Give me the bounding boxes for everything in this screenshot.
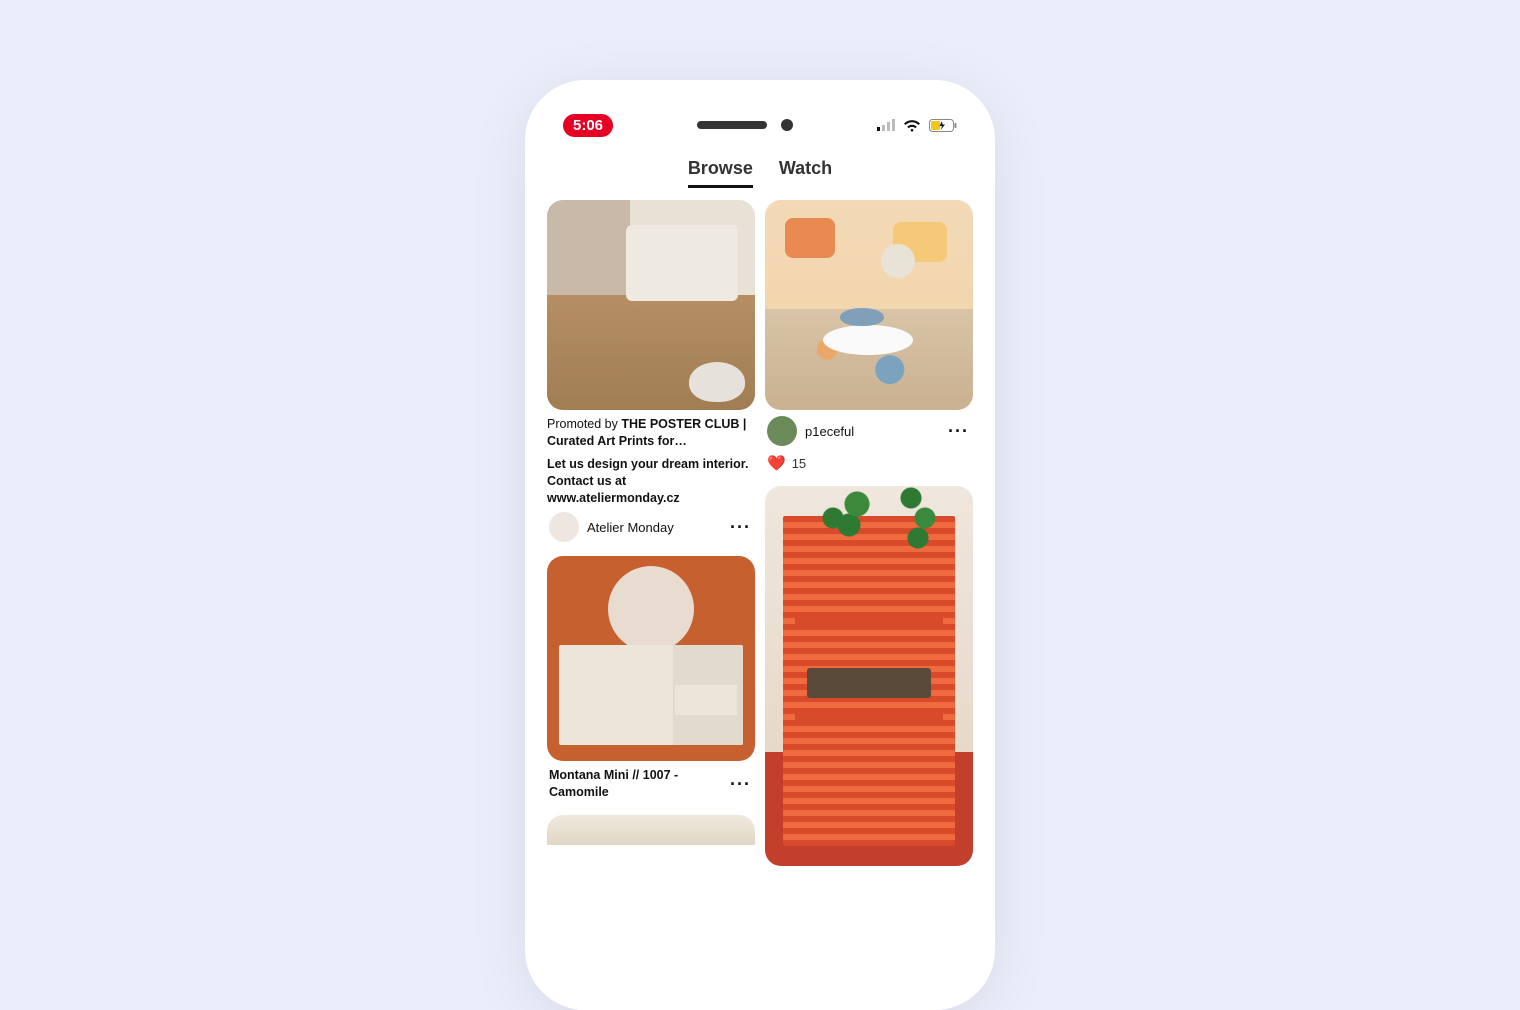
avatar (549, 512, 579, 542)
pin-author-name: Atelier Monday (587, 520, 674, 535)
speaker-slot (697, 121, 767, 129)
pin-image[interactable] (765, 200, 973, 410)
pin-feed[interactable]: Promoted by THE POSTER CLUB | Curated Ar… (537, 188, 983, 866)
pin-card[interactable]: Promoted by THE POSTER CLUB | Curated Ar… (547, 200, 755, 542)
heart-icon: ❤️ (767, 454, 786, 472)
wifi-icon (903, 119, 921, 132)
cellular-signal-icon (877, 119, 895, 131)
front-camera (781, 119, 793, 131)
phone-screen: 5:06 (537, 92, 983, 998)
pin-promoted-label: Promoted by THE POSTER CLUB | Curated Ar… (547, 416, 755, 450)
more-options-icon[interactable]: ··· (728, 517, 753, 538)
pin-card[interactable] (765, 486, 973, 866)
status-icons (877, 119, 957, 132)
reaction-count: 15 (792, 456, 806, 471)
pin-author[interactable]: Atelier Monday (549, 512, 674, 542)
pin-author-name: p1eceful (805, 424, 854, 439)
pin-card[interactable]: p1eceful ··· ❤️ 15 (765, 200, 973, 472)
pin-description: Let us design your dream interior. Conta… (547, 456, 755, 507)
pin-image[interactable] (547, 815, 755, 845)
more-options-icon[interactable]: ··· (946, 421, 971, 442)
avatar (767, 416, 797, 446)
pin-image[interactable] (765, 486, 973, 866)
battery-charging-icon (929, 119, 957, 132)
pin-reactions[interactable]: ❤️ 15 (765, 454, 973, 472)
tab-browse[interactable]: Browse (688, 158, 753, 188)
feed-mode-tabs: Browse Watch (537, 158, 983, 188)
pin-card[interactable]: Montana Mini // 1007 - Camomile ··· (547, 556, 755, 801)
tab-watch[interactable]: Watch (779, 158, 832, 188)
more-options-icon[interactable]: ··· (728, 774, 753, 795)
phone-frame: 5:06 (525, 80, 995, 1010)
status-bar: 5:06 (537, 100, 983, 150)
pin-image[interactable] (547, 556, 755, 761)
phone-notch (697, 119, 793, 131)
status-time-pill: 5:06 (563, 114, 613, 137)
pin-image[interactable] (547, 200, 755, 410)
pin-author[interactable]: p1eceful (767, 416, 854, 446)
feed-column-left: Promoted by THE POSTER CLUB | Curated Ar… (547, 200, 755, 866)
pin-card[interactable] (547, 815, 755, 845)
feed-column-right: p1eceful ··· ❤️ 15 (765, 200, 973, 866)
pin-title: Montana Mini // 1007 - Camomile (549, 767, 722, 801)
